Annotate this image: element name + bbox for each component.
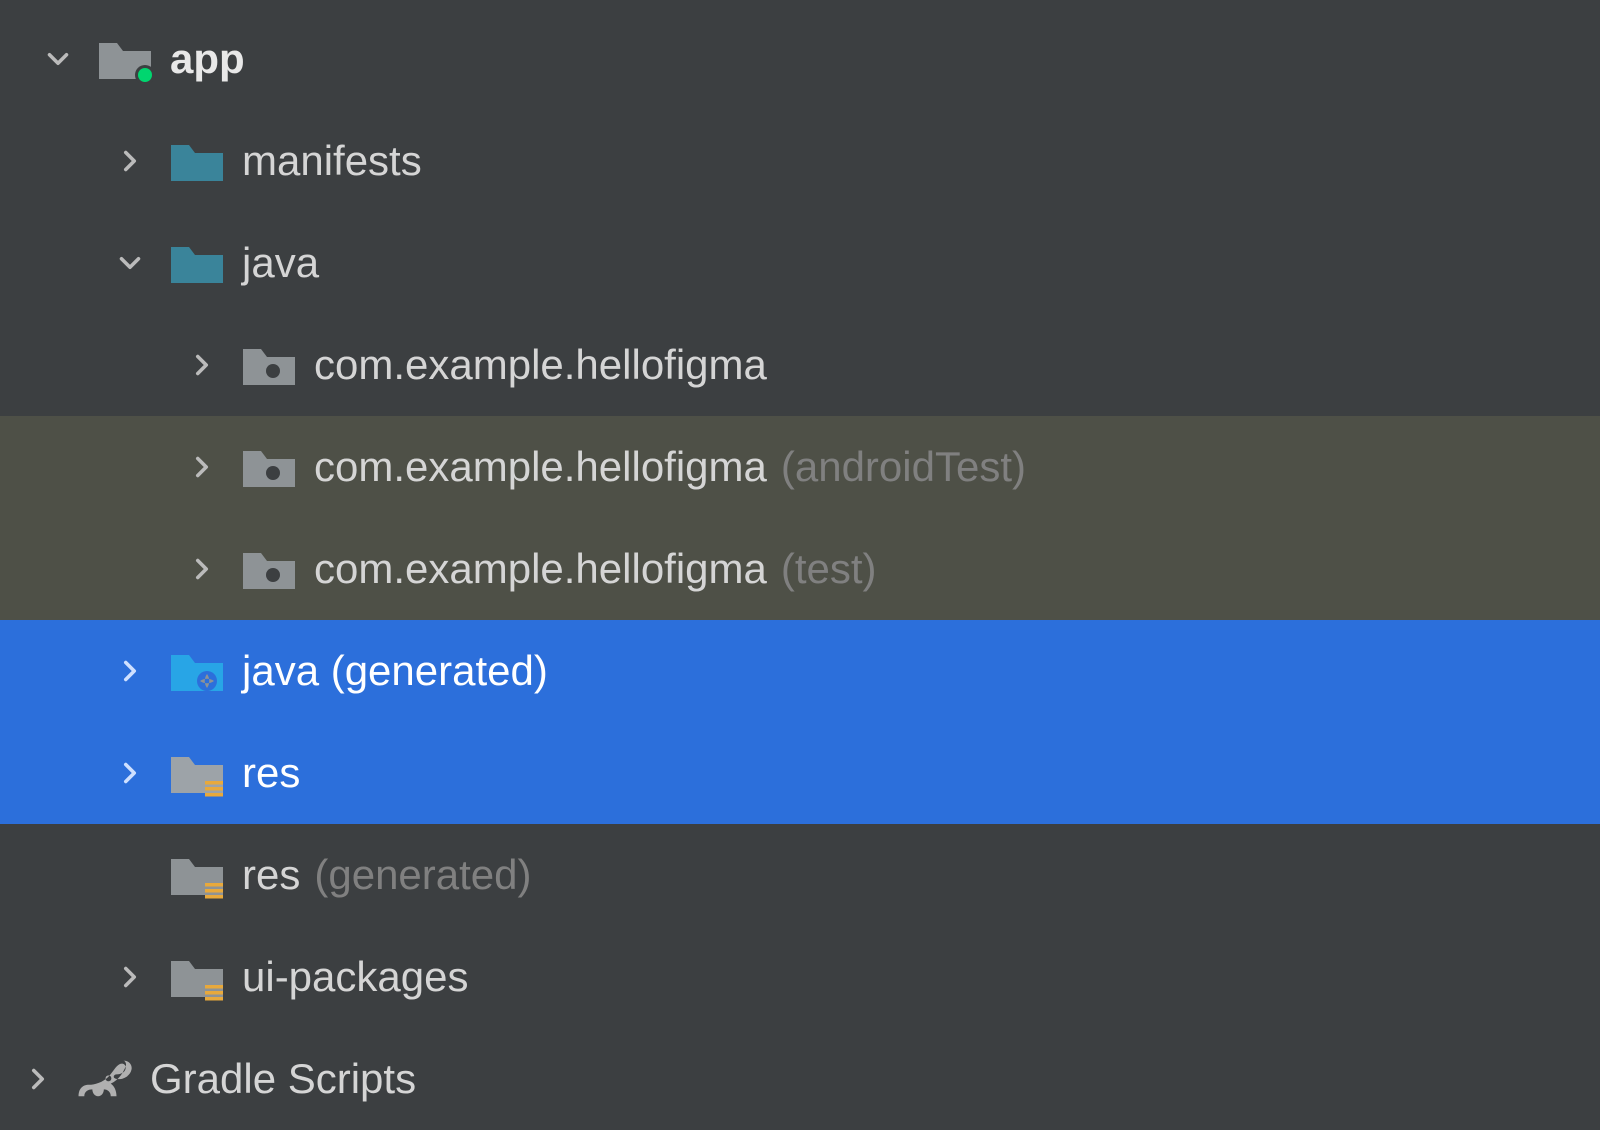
tree-label: com.example.hellofigma bbox=[314, 341, 767, 389]
tree-label-suffix: (test) bbox=[781, 545, 877, 593]
tree-label: manifests bbox=[242, 137, 422, 185]
chevron-right-icon[interactable] bbox=[110, 141, 150, 181]
tree-item-manifests[interactable]: manifests bbox=[0, 110, 1600, 212]
tree-item-java[interactable]: java bbox=[0, 212, 1600, 314]
chevron-right-icon[interactable] bbox=[182, 345, 222, 385]
chevron-right-icon[interactable] bbox=[182, 447, 222, 487]
tree-label-suffix: (androidTest) bbox=[781, 443, 1026, 491]
resource-folder-icon bbox=[168, 747, 226, 799]
resource-folder-icon bbox=[168, 951, 226, 1003]
tree-label: ui-packages bbox=[242, 953, 468, 1001]
chevron-right-icon[interactable] bbox=[182, 549, 222, 589]
tree-item-java-generated[interactable]: java (generated) bbox=[0, 620, 1600, 722]
tree-item-app[interactable]: app bbox=[0, 8, 1600, 110]
tree-item-ui-packages[interactable]: ui-packages bbox=[0, 926, 1600, 1028]
package-folder-icon bbox=[240, 543, 298, 595]
module-folder-icon bbox=[96, 33, 154, 85]
tree-item-package-test[interactable]: com.example.hellofigma (test) bbox=[0, 518, 1600, 620]
folder-icon bbox=[168, 237, 226, 289]
generated-folder-icon bbox=[168, 645, 226, 697]
tree-item-res-generated[interactable]: res (generated) bbox=[0, 824, 1600, 926]
tree-label: res bbox=[242, 749, 300, 797]
project-tree: app manifests java bbox=[0, 0, 1600, 1130]
chevron-down-icon[interactable] bbox=[110, 243, 150, 283]
tree-label: java (generated) bbox=[242, 647, 548, 695]
tree-label-suffix: (generated) bbox=[314, 851, 531, 899]
chevron-right-icon[interactable] bbox=[18, 1059, 58, 1099]
tree-label: res bbox=[242, 851, 300, 899]
chevron-right-icon[interactable] bbox=[110, 651, 150, 691]
tree-item-res[interactable]: res bbox=[0, 722, 1600, 824]
tree-label: Gradle Scripts bbox=[150, 1055, 416, 1103]
chevron-right-icon[interactable] bbox=[110, 753, 150, 793]
package-folder-icon bbox=[240, 441, 298, 493]
tree-label: com.example.hellofigma bbox=[314, 545, 767, 593]
resource-folder-icon bbox=[168, 849, 226, 901]
tree-item-package-androidtest[interactable]: com.example.hellofigma (androidTest) bbox=[0, 416, 1600, 518]
tree-label: com.example.hellofigma bbox=[314, 443, 767, 491]
gradle-icon bbox=[76, 1053, 134, 1105]
folder-icon bbox=[168, 135, 226, 187]
chevron-right-icon[interactable] bbox=[110, 957, 150, 997]
chevron-down-icon[interactable] bbox=[38, 39, 78, 79]
tree-label: app bbox=[170, 35, 245, 83]
package-folder-icon bbox=[240, 339, 298, 391]
tree-label: java bbox=[242, 239, 319, 287]
tree-item-package-main[interactable]: com.example.hellofigma bbox=[0, 314, 1600, 416]
tree-item-gradle-scripts[interactable]: Gradle Scripts bbox=[0, 1028, 1600, 1130]
